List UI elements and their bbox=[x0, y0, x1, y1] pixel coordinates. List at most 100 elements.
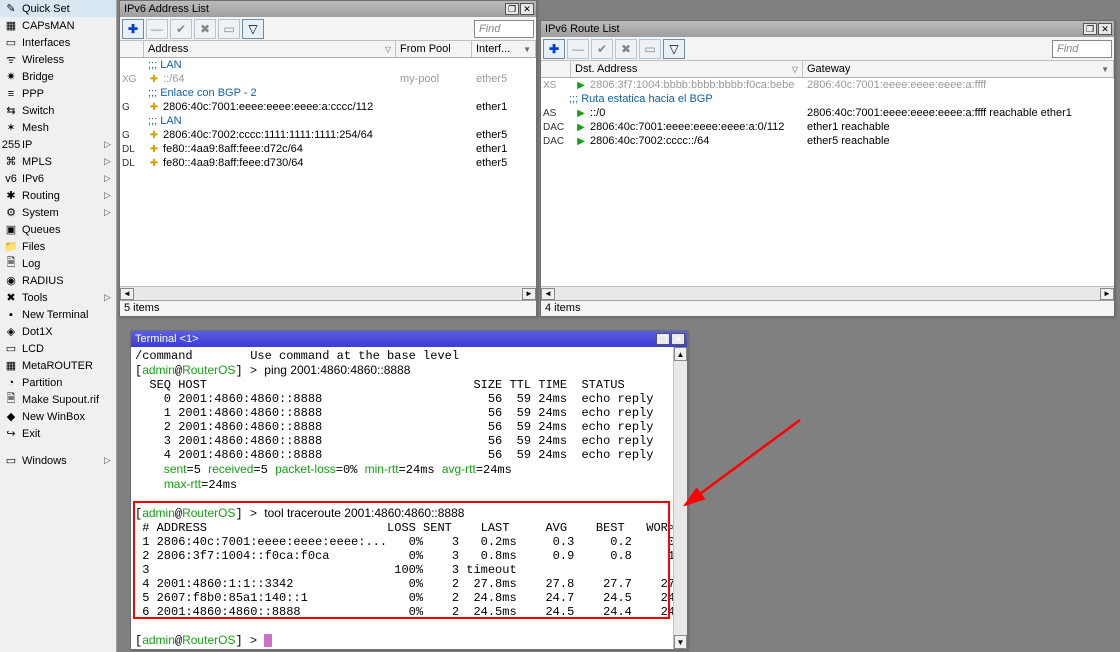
filter-button[interactable]: ▽ bbox=[242, 19, 264, 39]
sidebar-item-mesh[interactable]: ✶Mesh bbox=[0, 119, 116, 136]
sidebar-item-ip[interactable]: 255IP▷ bbox=[0, 136, 116, 153]
submenu-arrow-icon: ▷ bbox=[104, 190, 112, 201]
window-titlebar[interactable]: IPv6 Address List ❐ ✕ bbox=[120, 1, 536, 17]
col-address[interactable]: Address▽ bbox=[144, 41, 396, 57]
col-interface[interactable]: Interf...▼ bbox=[472, 41, 536, 57]
table-comment: ;;; Enlace con BGP - 2 bbox=[120, 86, 536, 100]
sidebar-item-make-supout.rif[interactable]: 🗎Make Supout.rif bbox=[0, 391, 116, 408]
table-row[interactable]: DAC▶ 2806:40c:7001:eeee:eeee:eeee:a:0/11… bbox=[541, 120, 1114, 134]
menu-icon: ✎ bbox=[4, 2, 18, 16]
sidebar-item-label: Files bbox=[22, 241, 112, 253]
sidebar-item-exit[interactable]: ↪Exit bbox=[0, 425, 116, 442]
sidebar-item-dot1x[interactable]: ◈Dot1X bbox=[0, 323, 116, 340]
sidebar-item-label: Queues bbox=[22, 224, 112, 236]
sidebar-item-files[interactable]: 📁 Files bbox=[0, 238, 116, 255]
sidebar-item-label: Switch bbox=[22, 105, 112, 117]
status-bar: 5 items bbox=[120, 300, 536, 316]
sidebar-item-tools[interactable]: ✖Tools▷ bbox=[0, 289, 116, 306]
sidebar-item-label: Make Supout.rif bbox=[22, 394, 112, 406]
sidebar-item-label: IP bbox=[22, 139, 100, 151]
sidebar-item-ppp[interactable]: ≡PPP bbox=[0, 85, 116, 102]
sidebar-item-wireless[interactable]: ᯤWireless bbox=[0, 51, 116, 68]
sidebar-item-partition[interactable]: ◔Partition bbox=[0, 374, 116, 391]
table-row[interactable]: DAC▶ 2806:40c:7002:cccc::/64ether5 reach… bbox=[541, 134, 1114, 148]
menu-icon: 255 bbox=[4, 138, 18, 152]
sidebar-item-lcd[interactable]: ▭LCD bbox=[0, 340, 116, 357]
window-title: Terminal <1> bbox=[133, 333, 655, 345]
sidebar-item-windows[interactable]: ▭Windows▷ bbox=[0, 452, 116, 469]
close-button[interactable]: ✕ bbox=[520, 3, 534, 15]
sidebar-item-interfaces[interactable]: ▭Interfaces bbox=[0, 34, 116, 51]
table-row[interactable]: XG✚ ::/64my-poolether5 bbox=[120, 72, 536, 86]
sidebar-item-mpls[interactable]: ⌘MPLS▷ bbox=[0, 153, 116, 170]
find-input[interactable]: Find bbox=[1052, 40, 1112, 58]
sidebar-item-quick-set[interactable]: ✎Quick Set bbox=[0, 0, 116, 17]
address-icon: ✚ bbox=[148, 144, 160, 155]
sidebar-item-label: Windows bbox=[22, 455, 100, 467]
disable-button[interactable]: ✖ bbox=[194, 19, 216, 39]
sidebar-item-capsman[interactable]: ▦CAPsMAN bbox=[0, 17, 116, 34]
enable-button[interactable]: ✔ bbox=[591, 39, 613, 59]
remove-button[interactable]: — bbox=[146, 19, 168, 39]
table-header: Address▽ From Pool Interf...▼ bbox=[120, 41, 536, 58]
col-gateway[interactable]: Gateway▼ bbox=[803, 61, 1114, 77]
sidebar-item-ipv6[interactable]: v6IPv6▷ bbox=[0, 170, 116, 187]
vscrollbar[interactable]: ▲▼ bbox=[673, 347, 687, 649]
disable-button[interactable]: ✖ bbox=[615, 39, 637, 59]
col-from-pool[interactable]: From Pool bbox=[396, 41, 472, 57]
find-input[interactable]: Find bbox=[474, 20, 534, 38]
add-button[interactable]: ✚ bbox=[543, 39, 565, 59]
table-row[interactable]: DL✚ fe80::4aa9:8aff:feee:d730/64ether5 bbox=[120, 156, 536, 170]
sidebar-item-new-winbox[interactable]: ◆New WinBox bbox=[0, 408, 116, 425]
sidebar-item-routing[interactable]: ✱Routing▷ bbox=[0, 187, 116, 204]
hscrollbar[interactable]: ◄► bbox=[120, 286, 536, 300]
menu-icon: ▪ bbox=[4, 308, 18, 322]
table-row[interactable]: AS▶ ::/02806:40c:7001:eeee:eeee:eeee:a:f… bbox=[541, 106, 1114, 120]
table-row[interactable]: XS▶ 2806:3f7:1004:bbbb:bbbb:bbbb:f0ca:be… bbox=[541, 78, 1114, 92]
filter-button[interactable]: ▽ bbox=[663, 39, 685, 59]
toolbar: ✚ — ✔ ✖ ▭ ▽ Find bbox=[120, 17, 536, 41]
comment-button[interactable]: ▭ bbox=[218, 19, 240, 39]
sidebar-item-log[interactable]: 🗎 Log bbox=[0, 255, 116, 272]
sidebar-item-system[interactable]: ⚙System▷ bbox=[0, 204, 116, 221]
menu-icon: ≡ bbox=[4, 87, 18, 101]
route-table[interactable]: XS▶ 2806:3f7:1004:bbbb:bbbb:bbbb:f0ca:be… bbox=[541, 78, 1114, 286]
sidebar-item-label: Log bbox=[22, 258, 112, 270]
sidebar-item-queues[interactable]: ▣Queues bbox=[0, 221, 116, 238]
toolbar: ✚ — ✔ ✖ ▭ ▽ Find bbox=[541, 37, 1114, 61]
sidebar-item-metarouter[interactable]: ▦MetaROUTER bbox=[0, 357, 116, 374]
col-dst-address[interactable]: Dst. Address▽ bbox=[571, 61, 803, 77]
sidebar-item-label: Mesh bbox=[22, 122, 112, 134]
close-button[interactable]: ✕ bbox=[1098, 23, 1112, 35]
table-row[interactable]: G✚ 2806:40c:7002:cccc:1111:1111:1111:254… bbox=[120, 128, 536, 142]
window-titlebar[interactable]: IPv6 Route List ❐ ✕ bbox=[541, 21, 1114, 37]
table-row[interactable]: G✚ 2806:40c:7001:eeee:eeee:eeee:a:cccc/1… bbox=[120, 100, 536, 114]
hscrollbar[interactable]: ◄► bbox=[541, 286, 1114, 300]
menu-icon: 🗎 bbox=[4, 257, 18, 271]
close-button[interactable]: ✕ bbox=[671, 333, 685, 345]
table-row[interactable]: DL✚ fe80::4aa9:8aff:feee:d72c/64ether1 bbox=[120, 142, 536, 156]
address-icon: ✚ bbox=[148, 102, 160, 113]
sidebar-item-radius[interactable]: ◉RADIUS bbox=[0, 272, 116, 289]
table-comment: ;;; Ruta estatica hacia el BGP bbox=[541, 92, 1114, 106]
address-icon: ✚ bbox=[148, 158, 160, 169]
terminal-output[interactable]: /command Use command at the base level [… bbox=[131, 347, 673, 649]
enable-button[interactable]: ✔ bbox=[170, 19, 192, 39]
sidebar-item-label: RADIUS bbox=[22, 275, 112, 287]
restore-button[interactable]: ❐ bbox=[1083, 23, 1097, 35]
address-icon: ✚ bbox=[148, 130, 160, 141]
window-titlebar[interactable]: Terminal <1> ❐ ✕ bbox=[131, 331, 687, 347]
add-button[interactable]: ✚ bbox=[122, 19, 144, 39]
menu-icon: 📁 bbox=[4, 240, 18, 254]
restore-button[interactable]: ❐ bbox=[656, 333, 670, 345]
menu-icon: ▭ bbox=[4, 342, 18, 356]
address-table[interactable]: ;;; LANXG✚ ::/64my-poolether5;;; Enlace … bbox=[120, 58, 536, 286]
sidebar-item-bridge[interactable]: ✷Bridge bbox=[0, 68, 116, 85]
sidebar-item-label: System bbox=[22, 207, 100, 219]
submenu-arrow-icon: ▷ bbox=[104, 207, 112, 218]
sidebar-item-new-terminal[interactable]: ▪New Terminal bbox=[0, 306, 116, 323]
remove-button[interactable]: — bbox=[567, 39, 589, 59]
comment-button[interactable]: ▭ bbox=[639, 39, 661, 59]
sidebar-item-switch[interactable]: ⇆Switch bbox=[0, 102, 116, 119]
restore-button[interactable]: ❐ bbox=[505, 3, 519, 15]
